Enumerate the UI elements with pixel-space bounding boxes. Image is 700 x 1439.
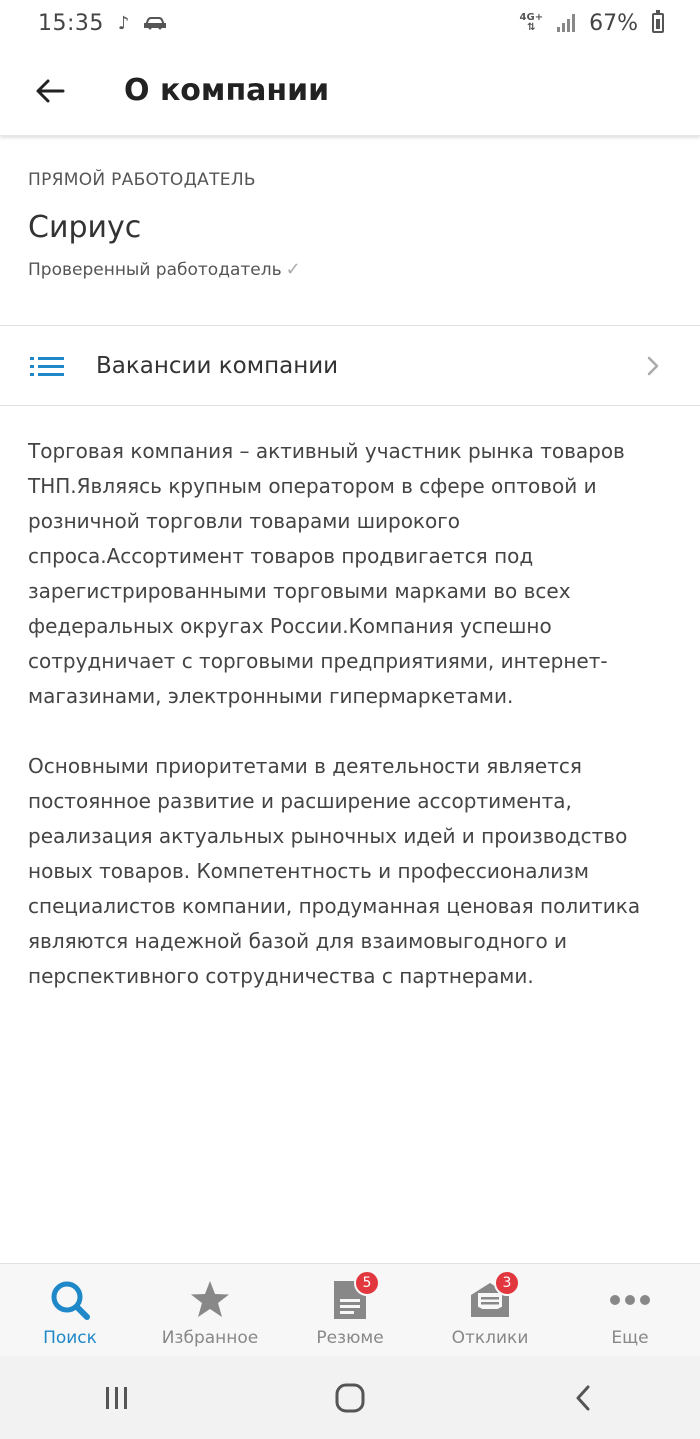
check-icon: ✓ (285, 259, 301, 280)
home-button[interactable] (320, 1368, 380, 1428)
status-left: 15:35 ♪ (38, 11, 167, 36)
system-back-button[interactable] (553, 1368, 613, 1428)
document-icon: 5 (328, 1270, 380, 1322)
nav-item-favorites[interactable]: Избранное (140, 1264, 280, 1356)
verified-label: Проверенный работодатель (28, 259, 282, 280)
app-bar: О компании (0, 46, 700, 136)
network-indicator: 4G+ ⇅ (520, 13, 544, 33)
battery-icon (652, 10, 664, 33)
music-note-icon: ♪ (117, 12, 130, 34)
star-icon (188, 1278, 232, 1322)
description-paragraph: Основными приоритетами в деятельности яв… (28, 754, 641, 988)
nav-label: Поиск (43, 1328, 97, 1348)
chevron-right-icon (647, 356, 659, 375)
company-description: Торговая компания – активный участник ры… (28, 434, 678, 1029)
envelope-icon: 3 (468, 1270, 520, 1322)
screen: 15:35 ♪ 4G+ ⇅ 67% О компании ПРЯМОЙ РАБО… (0, 0, 700, 1439)
chevron-left-icon (576, 1385, 590, 1410)
signal-icon (557, 14, 576, 32)
company-name: Сириус (28, 210, 142, 245)
arrow-left-icon (36, 79, 65, 102)
recent-apps-button[interactable] (87, 1368, 147, 1428)
bottom-navigation: Поиск Избранное 5 Резюме 3 Отклики Еще (0, 1263, 700, 1356)
battery-percent: 67% (589, 10, 638, 36)
recent-apps-icon (105, 1386, 127, 1409)
data-arrows-icon: ⇅ (527, 22, 536, 33)
list-icon (30, 356, 64, 376)
nav-label: Резюме (316, 1328, 384, 1348)
resume-badge: 5 (354, 1270, 380, 1296)
back-button[interactable] (30, 71, 70, 111)
status-bar: 15:35 ♪ 4G+ ⇅ 67% (0, 0, 700, 46)
home-icon (335, 1383, 365, 1412)
nav-item-resume[interactable]: 5 Резюме (280, 1264, 420, 1356)
company-vacancies-button[interactable]: Вакансии компании (0, 326, 700, 406)
employer-type: ПРЯМОЙ РАБОТОДАТЕЛЬ (28, 170, 256, 190)
nav-label: Избранное (161, 1328, 259, 1348)
status-time: 15:35 (38, 10, 104, 36)
page-title: О компании (124, 73, 330, 108)
nav-label: Отклики (451, 1328, 529, 1348)
nav-label: Еще (611, 1328, 649, 1348)
nav-item-more[interactable]: Еще (560, 1264, 700, 1356)
description-paragraph: Торговая компания – активный участник ры… (28, 439, 625, 708)
status-right: 4G+ ⇅ 67% (520, 10, 664, 36)
verified-employer: Проверенный работодатель ✓ (28, 259, 672, 280)
more-icon (608, 1278, 652, 1322)
company-header: ПРЯМОЙ РАБОТОДАТЕЛЬ Сириус Проверенный р… (0, 136, 700, 326)
nav-item-search[interactable]: Поиск (0, 1264, 140, 1356)
search-icon (48, 1278, 92, 1322)
system-navigation-bar (0, 1356, 700, 1439)
vacancies-label: Вакансии компании (96, 352, 339, 379)
car-icon (144, 17, 167, 30)
responses-badge: 3 (494, 1270, 520, 1296)
nav-item-responses[interactable]: 3 Отклики (420, 1264, 560, 1356)
